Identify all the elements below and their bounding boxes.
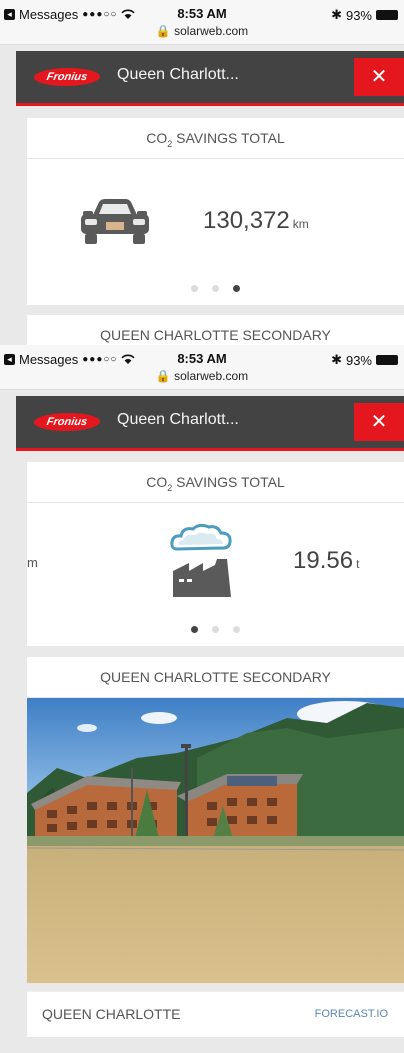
slide-pager[interactable]	[27, 620, 404, 638]
url-text: solarweb.com	[174, 24, 249, 38]
co2-savings-card[interactable]: CO2 SAVINGS TOTAL m 19.56 t	[27, 462, 404, 646]
previous-slide-unit: m	[27, 555, 38, 570]
divider	[27, 1037, 404, 1038]
battery-icon	[376, 10, 398, 20]
bluetooth-icon: ✱	[331, 352, 342, 367]
location-row: QUEEN CHARLOTTE FORECAST.IO	[27, 991, 404, 1038]
status-bar: ◂ Messages ●●●○○ 8:53 AM ✱ 93% 🔒 solarwe…	[0, 0, 404, 45]
forecast-link[interactable]: FORECAST.IO	[315, 1008, 388, 1020]
battery-percent: 93%	[345, 352, 372, 368]
url-bar[interactable]: 🔒 solarweb.com	[0, 24, 404, 38]
site-name: QUEEN CHARLOTTE SECONDARY	[100, 327, 331, 343]
factory-metric-slide[interactable]: m 19.56 t	[27, 503, 404, 646]
pager-dot-active[interactable]	[190, 626, 198, 633]
car-metric-slide[interactable]: 130,372 km	[27, 159, 404, 305]
screenshot-bottom: ◂ Messages ●●●○○ 8:53 AM ✱ 93% 🔒 solarwe…	[0, 345, 404, 1053]
pager-dot[interactable]	[212, 285, 219, 292]
fronius-logo: Fronius	[32, 68, 102, 86]
content-area: CO2 SAVINGS TOTAL 130,372 km QUEEN CHARL…	[27, 118, 404, 345]
app-header: Fronius Queen Charlott... ✕	[16, 396, 404, 451]
site-name: QUEEN CHARLOTTE SECONDARY	[27, 657, 404, 698]
content-area: CO2 SAVINGS TOTAL m 19.56 t QUEEN CHARLO…	[27, 462, 404, 1038]
page-title: Queen Charlott...	[117, 411, 239, 428]
slide-pager[interactable]	[27, 279, 404, 297]
factory-smoke-icon	[170, 523, 232, 597]
close-button[interactable]: ✕	[354, 403, 404, 441]
battery-icon	[376, 355, 398, 365]
status-bar: ◂ Messages ●●●○○ 8:53 AM ✱ 93% 🔒 solarwe…	[0, 345, 404, 390]
pager-dot[interactable]	[212, 626, 219, 633]
url-text: solarweb.com	[174, 369, 249, 383]
pager-dot[interactable]	[190, 285, 198, 292]
card-title: CO2 SAVINGS TOTAL	[27, 118, 404, 159]
card-title: CO2 SAVINGS TOTAL	[27, 462, 404, 503]
location-name: QUEEN CHARLOTTE	[42, 1006, 181, 1022]
co2-savings-card[interactable]: CO2 SAVINGS TOTAL 130,372 km	[27, 118, 404, 305]
pager-dot[interactable]	[233, 626, 241, 633]
car-distance: 130,372 km	[203, 207, 309, 234]
site-card: QUEEN CHARLOTTE SECONDARY	[27, 315, 404, 345]
co2-mass: 19.56 t	[293, 547, 360, 574]
site-photo	[27, 698, 404, 983]
close-button[interactable]: ✕	[354, 58, 404, 96]
lock-icon: 🔒	[155, 369, 171, 383]
url-bar[interactable]: 🔒 solarweb.com	[0, 369, 404, 383]
screenshot-top: ◂ Messages ●●●○○ 8:53 AM ✱ 93% 🔒 solarwe…	[0, 0, 404, 345]
app-header: Fronius Queen Charlott... ✕	[16, 51, 404, 106]
car-icon	[81, 199, 149, 244]
page-title: Queen Charlott...	[117, 66, 239, 83]
pager-dot-active[interactable]	[233, 285, 241, 292]
bluetooth-icon: ✱	[331, 7, 342, 22]
battery-percent: 93%	[345, 7, 372, 23]
fronius-logo: Fronius	[32, 413, 102, 431]
site-card: QUEEN CHARLOTTE SECONDARY	[27, 657, 404, 983]
lock-icon: 🔒	[155, 24, 171, 38]
